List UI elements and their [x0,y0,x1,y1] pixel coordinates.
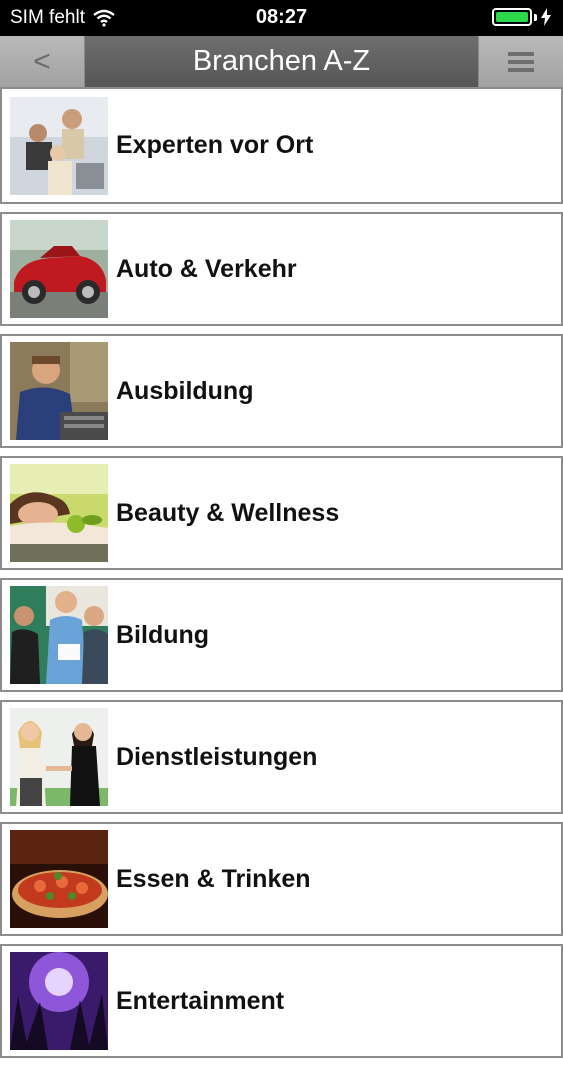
list-item[interactable]: Entertainment [0,944,563,1058]
back-button[interactable]: < [0,36,85,87]
item-label: Ausbildung [116,376,254,405]
food-thumbnail [10,830,108,928]
list-item[interactable]: Dienstleistungen [0,700,563,814]
navigation-bar: < Branchen A-Z [0,36,563,87]
back-label: < [33,44,51,78]
status-time: 08:27 [255,6,308,28]
status-bar: SIM fehlt 08:27 [0,0,563,36]
list-item[interactable]: Beauty & Wellness [0,456,563,570]
list-item[interactable]: Experten vor Ort [0,87,563,204]
list-item[interactable]: Auto & Verkehr [0,212,563,326]
apprentice-thumbnail [10,342,108,440]
wellness-thumbnail [10,464,108,562]
item-label: Beauty & Wellness [116,498,340,527]
car-thumbnail [10,220,108,318]
list-item[interactable]: Ausbildung [0,334,563,448]
item-label: Experten vor Ort [116,131,314,159]
page-title: Branchen A-Z [192,45,371,77]
charging-icon [541,8,551,26]
status-right [492,8,551,26]
list-item[interactable]: Essen & Trinken [0,822,563,936]
entertainment-thumbnail [10,952,108,1050]
battery-icon [492,8,532,26]
experts-thumbnail [10,96,108,195]
item-label: Auto & Verkehr [116,254,297,283]
battery-cap [534,13,537,21]
list-item[interactable]: Bildung [0,578,563,692]
item-label: Bildung [116,620,210,649]
category-list: Experten vor Ort Auto & Verkehr Ausbildu… [0,87,563,1066]
services-thumbnail [10,708,108,806]
hamburger-icon [508,51,534,72]
item-label: Essen & Trinken [116,864,311,893]
item-label: Dienstleistungen [116,742,318,771]
education-thumbnail [10,586,108,684]
menu-button[interactable] [478,36,563,87]
item-label: Entertainment [116,986,285,1015]
